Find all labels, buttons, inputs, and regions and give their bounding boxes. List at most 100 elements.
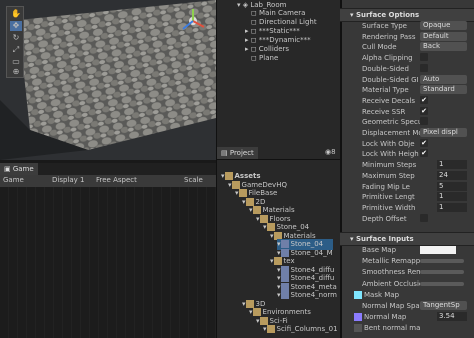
property-label: Lock With Heigh xyxy=(362,150,419,159)
property-number-field[interactable]: 24 xyxy=(437,170,467,180)
property-label: Rendering Pass xyxy=(362,32,416,41)
game-view[interactable]: ▣ Game Game Display 1 Free Aspect Scale xyxy=(0,163,216,338)
inspector-row: Maximum Step 24 xyxy=(340,170,474,181)
property-number-field[interactable]: 3.54 xyxy=(437,312,467,322)
property-label: Alpha Clipping xyxy=(362,54,413,63)
project-tree-label: Stone_04_M xyxy=(290,248,333,257)
property-label: Depth Offset xyxy=(362,214,407,223)
inspector-row: Double-Sided GI Auto xyxy=(340,74,474,85)
property-label: Smoothness Rema xyxy=(362,268,420,277)
inspector-row: Primitive Lengt 1 xyxy=(340,192,474,202)
property-dropdown[interactable]: Pixel displ xyxy=(420,128,467,137)
property-number-field[interactable]: 1 xyxy=(437,160,467,170)
surface-inputs-list: Base Map Metallic Remappin Smoothness Rema… xyxy=(340,245,474,338)
range-slider[interactable] xyxy=(420,281,464,286)
inspector-row: Double-Sided xyxy=(340,63,474,74)
project-tree-item[interactable]: ▾ Stone4_norm xyxy=(277,290,337,301)
property-label: Geometric Specul xyxy=(362,118,420,127)
property-dropdown[interactable]: Auto xyxy=(420,74,467,84)
inspector-row: Surface Type Opaque xyxy=(340,21,474,31)
display-dropdown[interactable]: Game xyxy=(3,176,24,184)
transform-tool-icon[interactable]: ⊕ xyxy=(10,67,22,77)
move-tool-icon[interactable]: ✥ xyxy=(10,21,22,31)
property-label: Minimum Steps xyxy=(362,161,417,170)
property-number-field[interactable]: 1 xyxy=(437,202,467,212)
hand-tool-icon[interactable]: ✋ xyxy=(10,9,22,19)
range-slider[interactable] xyxy=(420,259,464,264)
property-label: Maximum Step xyxy=(362,171,415,180)
property-label: Receive Decals xyxy=(362,96,416,105)
property-checkbox[interactable] xyxy=(420,213,428,222)
property-dropdown[interactable]: Default xyxy=(420,31,467,41)
property-checkbox[interactable]: ✔ xyxy=(420,95,428,104)
texture-slot-icon[interactable] xyxy=(354,313,362,322)
color-swatch[interactable] xyxy=(420,246,456,254)
scene-view[interactable]: ✋ ✥ ↻ ⤢ ▭ ⊕ xyxy=(0,0,216,160)
property-label: Base Map xyxy=(362,246,397,254)
property-label: Receive SSR xyxy=(362,107,406,116)
property-dropdown[interactable]: Back xyxy=(420,42,467,52)
property-label: Double-Sided xyxy=(362,64,409,73)
hierarchy-item[interactable]: ◻ Plane xyxy=(251,53,278,63)
property-label: Metallic Remappin xyxy=(362,257,420,266)
tab-game[interactable]: ▣ Game xyxy=(0,163,38,175)
texture-slot-icon[interactable] xyxy=(354,290,362,299)
inspector-row: Depth Offset xyxy=(340,213,474,224)
property-checkbox[interactable]: ✔ xyxy=(420,106,428,115)
folder-icon xyxy=(266,325,275,333)
property-label: Primitive Lengt xyxy=(362,193,415,202)
rect-tool-icon[interactable]: ▭ xyxy=(10,57,22,67)
property-label: Ambient Occlusion xyxy=(362,279,420,288)
inspector-row: Receive Decals ✔ xyxy=(340,95,474,106)
surface-inputs-header[interactable]: ▾ Surface Inputs xyxy=(340,232,474,246)
project-tree-item[interactable]: ▾ Scifi_Columns_01 xyxy=(263,324,338,335)
display-number-dropdown[interactable]: Display 1 xyxy=(52,176,84,184)
game-toolbar: Game Display 1 Free Aspect Scale xyxy=(0,175,216,187)
property-label: Normal Map xyxy=(364,313,407,322)
property-label: Fading Mip Le xyxy=(362,182,410,191)
inspector-row: Lock With Obje ✔ xyxy=(340,138,474,149)
range-slider[interactable] xyxy=(420,270,464,275)
inspector-row: Receive SSR ✔ xyxy=(340,106,474,117)
property-checkbox[interactable] xyxy=(420,117,428,126)
tab-game-label: Game xyxy=(12,165,34,173)
property-label: Bent normal ma xyxy=(364,324,421,333)
property-number-field[interactable]: 5 xyxy=(437,181,467,191)
inspector-row: Lock With Heigh ✔ xyxy=(340,149,474,159)
scene-gizmo-icon[interactable] xyxy=(178,6,208,36)
property-checkbox[interactable]: ✔ xyxy=(420,149,428,158)
property-label: Normal Map Spac xyxy=(362,302,420,310)
tool-palette: ✋ ✥ ↻ ⤢ ▭ ⊕ xyxy=(6,6,24,78)
aspect-dropdown[interactable]: Free Aspect xyxy=(96,176,137,184)
folder-icon xyxy=(280,291,289,299)
inspector-row: Geometric Specul xyxy=(340,117,474,127)
scale-label: Scale xyxy=(184,176,203,184)
property-checkbox[interactable]: ✔ xyxy=(420,138,428,147)
property-dropdown[interactable]: Standard xyxy=(420,85,467,95)
property-label: Displacement Mod xyxy=(362,129,420,137)
inspector-row: Material Type Standard xyxy=(340,85,474,95)
inspector-row: Displacement ModPixel displ xyxy=(340,128,474,138)
property-dropdown[interactable]: TangentSp xyxy=(420,301,467,310)
inspector-row: Base Map xyxy=(340,245,474,255)
inspector-row: Alpha Clipping xyxy=(340,53,474,63)
property-checkbox[interactable] xyxy=(420,53,428,62)
inspector-row: Smoothness Rema xyxy=(340,267,474,277)
property-label: Double-Sided GI xyxy=(362,75,419,84)
rotate-tool-icon[interactable]: ↻ xyxy=(10,33,22,43)
property-number-field[interactable]: 1 xyxy=(437,192,467,202)
property-label: Primitive Width xyxy=(362,203,416,212)
project-count: ◉8 xyxy=(325,148,336,156)
property-dropdown[interactable]: Opaque xyxy=(420,21,467,30)
texture-slot-icon[interactable] xyxy=(354,324,362,333)
inspector-row: Minimum Steps 1 xyxy=(340,160,474,170)
property-label: Mask Map xyxy=(364,290,400,299)
inspector-row: Normal Map 3.54 xyxy=(340,312,474,322)
tab-project[interactable]: ▤ Project xyxy=(217,147,258,159)
surface-options-list: Surface Type Opaque Rendering Pass Default C… xyxy=(340,21,474,231)
scale-tool-icon[interactable]: ⤢ xyxy=(10,45,22,55)
inspector-row: Ambient Occlusion xyxy=(340,279,474,289)
property-checkbox[interactable] xyxy=(420,63,428,72)
inspector-row: Primitive Width 1 xyxy=(340,202,474,213)
surface-options-header[interactable]: ▾ Surface Options xyxy=(340,8,474,22)
